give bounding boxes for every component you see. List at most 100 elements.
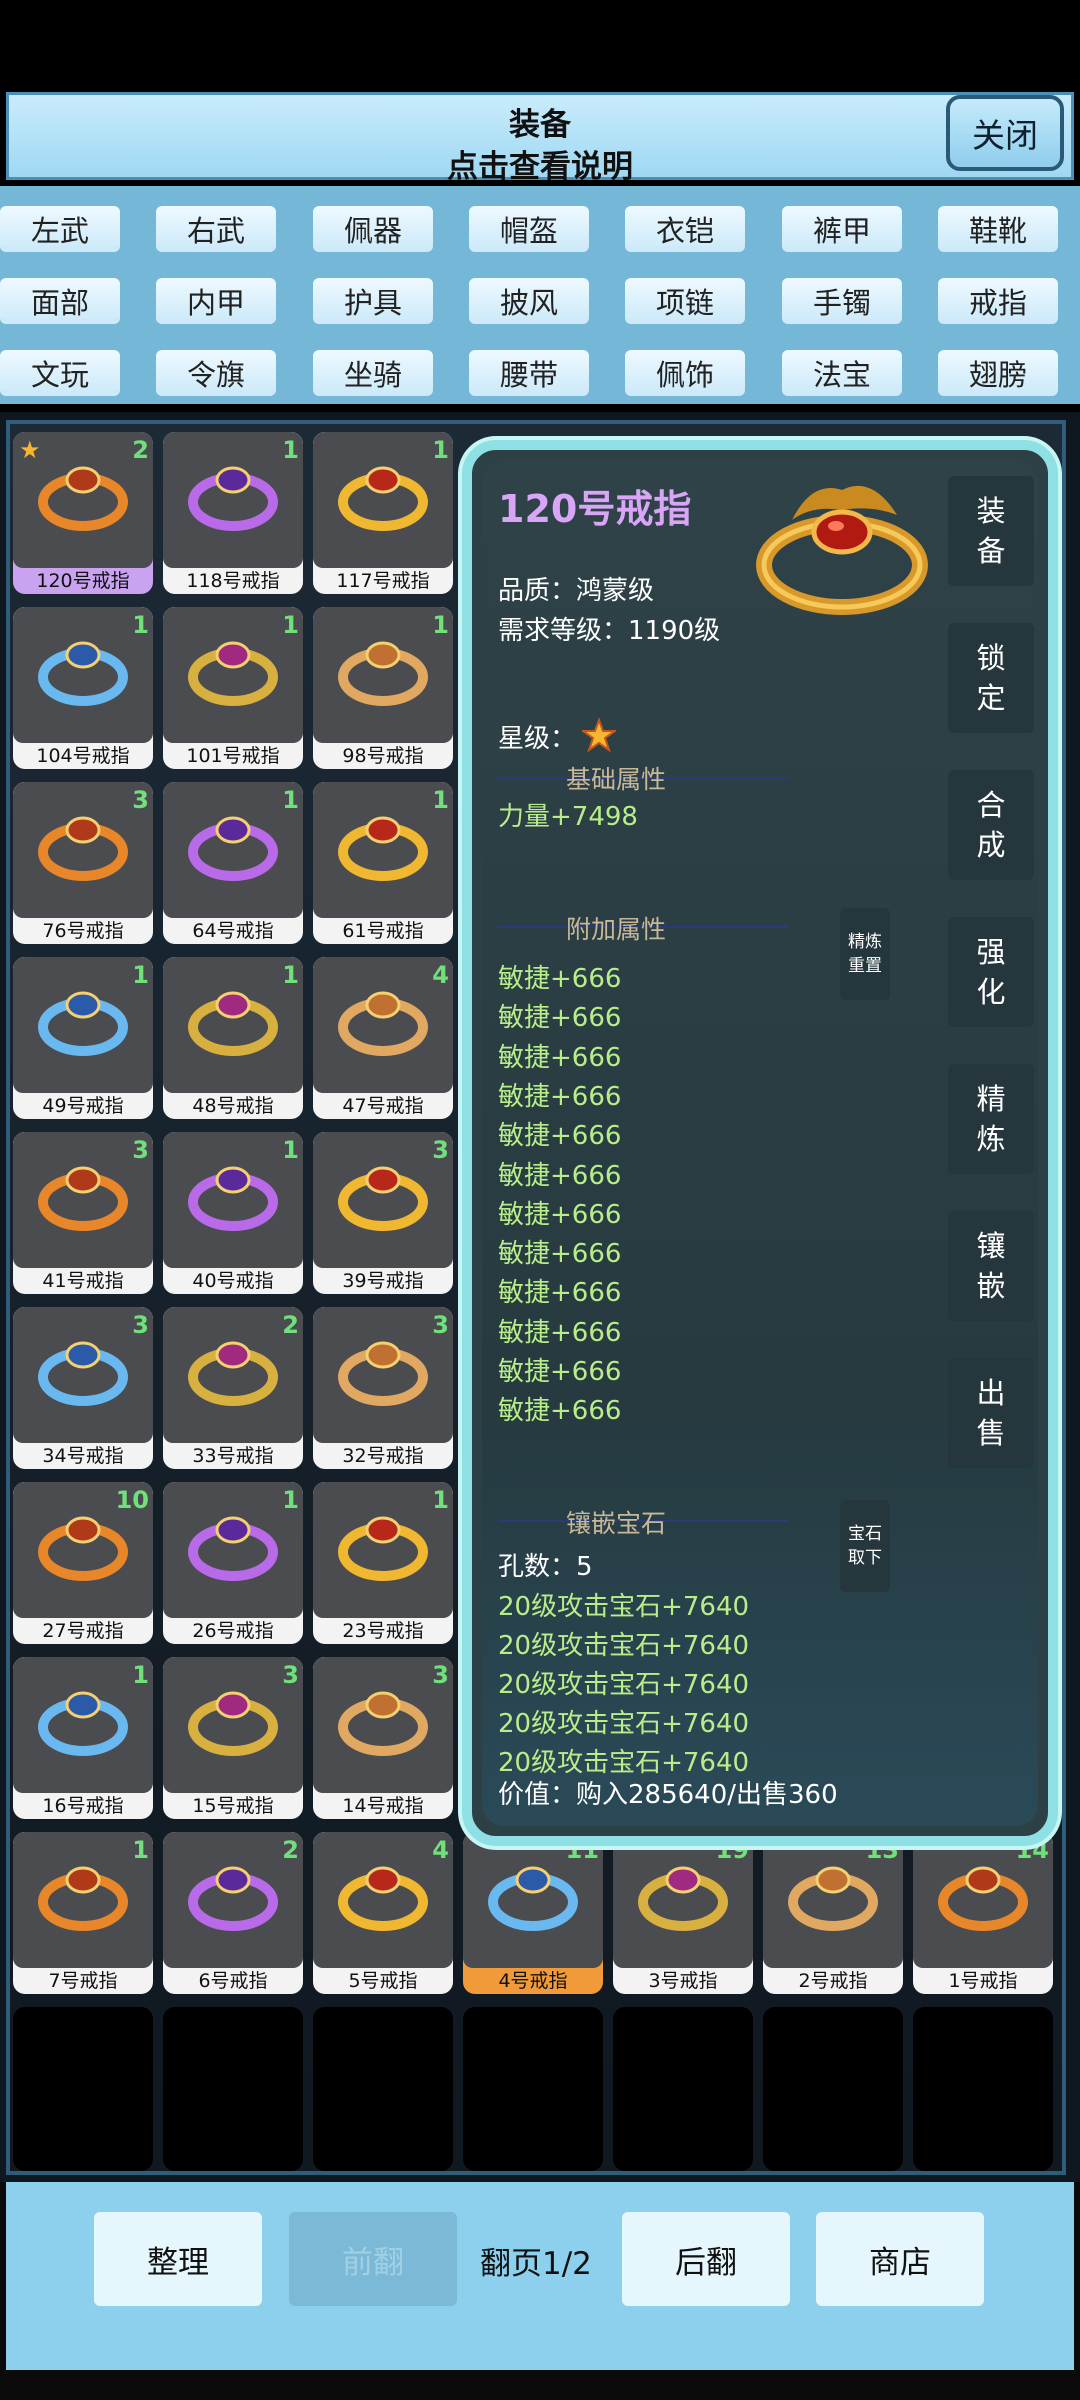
inventory-slot[interactable]: 1 23号戒指: [313, 1482, 453, 1644]
slot-count: 3: [132, 786, 149, 814]
remove-gem-button[interactable]: 宝石 取下: [840, 1500, 890, 1592]
inventory-slot[interactable]: 1 118号戒指: [163, 432, 303, 594]
extra-attribute: 敏捷+666: [498, 1199, 622, 1230]
gem-entry: 20级攻击宝石+7640: [498, 1709, 750, 1739]
inventory-slot[interactable]: 3 39号戒指: [313, 1132, 453, 1294]
page-subtitle[interactable]: 点击查看说明: [9, 141, 1071, 186]
slot-count: 1: [282, 611, 299, 639]
ring-icon: [38, 1866, 128, 1931]
shop-button[interactable]: 商店: [816, 2212, 984, 2306]
inventory-slot[interactable]: 1 7号戒指: [13, 1832, 153, 1994]
inventory-slot[interactable]: 2 6号戒指: [163, 1832, 303, 1994]
tab-1[interactable]: 左武: [0, 206, 120, 252]
inventory-slot[interactable]: 1 26号戒指: [163, 1482, 303, 1644]
previous-page-button[interactable]: 前翻: [289, 2212, 457, 2306]
tab-17[interactable]: 坐骑: [313, 350, 433, 396]
inventory-slot[interactable]: 1 64号戒指: [163, 782, 303, 944]
inventory-slot[interactable]: 19 3号戒指: [613, 1832, 753, 1994]
action-button-6[interactable]: 镶嵌: [948, 1211, 1034, 1321]
next-page-button[interactable]: 后翻: [622, 2212, 790, 2306]
action-button-2[interactable]: 锁定: [948, 623, 1034, 733]
refine-reset-button[interactable]: 精炼 重置: [840, 908, 890, 1000]
inventory-slot[interactable]: 3 15号戒指: [163, 1657, 303, 1819]
inventory-slot[interactable]: 4 47号戒指: [313, 957, 453, 1119]
inventory-slot[interactable]: 3 41号戒指: [13, 1132, 153, 1294]
inventory-slot[interactable]: 1 117号戒指: [313, 432, 453, 594]
tab-4[interactable]: 帽盔: [469, 206, 589, 252]
inventory-slot[interactable]: 1 98号戒指: [313, 607, 453, 769]
inventory-slot[interactable]: 1 101号戒指: [163, 607, 303, 769]
item-quality: 品质：鸿蒙级: [498, 576, 655, 606]
tab-14[interactable]: 戒指: [938, 278, 1058, 324]
empty-slot[interactable]: [913, 2007, 1053, 2171]
inventory-slot[interactable]: 1 48号戒指: [163, 957, 303, 1119]
item-star-label: 星级：: [498, 724, 577, 754]
tab-8[interactable]: 面部: [0, 278, 120, 324]
tab-5[interactable]: 衣铠: [625, 206, 745, 252]
empty-slot[interactable]: [763, 2007, 903, 2171]
tab-12[interactable]: 项链: [625, 278, 745, 324]
tab-20[interactable]: 法宝: [782, 350, 902, 396]
inventory-slot[interactable]: 3 76号戒指: [13, 782, 153, 944]
inventory-slot[interactable]: 14 1号戒指: [913, 1832, 1053, 1994]
tab-6[interactable]: 裤甲: [782, 206, 902, 252]
ring-icon: [38, 1516, 128, 1581]
inventory-slot[interactable]: 3 34号戒指: [13, 1307, 153, 1469]
slot-count: 1: [132, 1661, 149, 1689]
inventory-slot[interactable]: 3 32号戒指: [313, 1307, 453, 1469]
inventory-slot[interactable]: 1 16号戒指: [13, 1657, 153, 1819]
empty-slot[interactable]: [463, 2007, 603, 2171]
inventory-slot[interactable]: 1 49号戒指: [13, 957, 153, 1119]
empty-slot[interactable]: [163, 2007, 303, 2171]
page-indicator: 翻页1/2: [480, 2246, 592, 2282]
action-label: 化: [976, 975, 1006, 1009]
close-button[interactable]: 关闭: [946, 95, 1064, 171]
tab-13[interactable]: 手镯: [782, 278, 902, 324]
slot-label: 41号戒指: [42, 1270, 124, 1292]
tab-2[interactable]: 右武: [156, 206, 276, 252]
empty-slot[interactable]: [613, 2007, 753, 2171]
inventory-slot[interactable]: 10 27号戒指: [13, 1482, 153, 1644]
empty-slot[interactable]: [13, 2007, 153, 2171]
ring-icon: [638, 1866, 728, 1931]
gem-header: 镶嵌宝石: [566, 1509, 667, 1538]
slot-count: 4: [432, 1836, 449, 1864]
tab-16[interactable]: 令旗: [156, 350, 276, 396]
tab-11[interactable]: 披风: [469, 278, 589, 324]
action-button-4[interactable]: 强化: [948, 917, 1034, 1027]
remove-gem-label-1: 宝石: [848, 1524, 882, 1544]
ring-icon: [188, 816, 278, 881]
slot-count: 1: [282, 786, 299, 814]
tab-18[interactable]: 腰带: [469, 350, 589, 396]
inventory-slot[interactable]: 1 40号戒指: [163, 1132, 303, 1294]
sort-button[interactable]: 整理: [94, 2212, 262, 2306]
inventory-slot[interactable]: 4 5号戒指: [313, 1832, 453, 1994]
action-button-3[interactable]: 合成: [948, 770, 1034, 880]
inventory-slot[interactable]: 11 4号戒指: [463, 1832, 603, 1994]
tab-3[interactable]: 佩器: [313, 206, 433, 252]
ring-icon: [488, 1866, 578, 1931]
ring-icon: [188, 991, 278, 1056]
inventory-slot[interactable]: 2 ★ 120号戒指: [13, 432, 153, 594]
inventory-slot[interactable]: 2 33号戒指: [163, 1307, 303, 1469]
ring-icon: [188, 1166, 278, 1231]
inventory-slot[interactable]: 3 14号戒指: [313, 1657, 453, 1819]
tab-19[interactable]: 佩饰: [625, 350, 745, 396]
tab-15[interactable]: 文玩: [0, 350, 120, 396]
empty-slot[interactable]: [313, 2007, 453, 2171]
slot-count: 1: [432, 786, 449, 814]
inventory-slot[interactable]: 1 61号戒指: [313, 782, 453, 944]
action-button-5[interactable]: 精炼: [948, 1064, 1034, 1174]
tab-21[interactable]: 翅膀: [938, 350, 1058, 396]
star-icon: ★: [19, 436, 41, 464]
action-button-7[interactable]: 出售: [948, 1358, 1034, 1468]
tab-7[interactable]: 鞋靴: [938, 206, 1058, 252]
item-value: 价值：购入285640/出售360: [498, 1780, 838, 1810]
action-button-1[interactable]: 装备: [948, 476, 1034, 586]
inventory-slot[interactable]: 13 2号戒指: [763, 1832, 903, 1994]
tab-10[interactable]: 护具: [313, 278, 433, 324]
tab-9[interactable]: 内甲: [156, 278, 276, 324]
inventory-slot[interactable]: 1 104号戒指: [13, 607, 153, 769]
slot-count: 1: [282, 436, 299, 464]
slot-count: 3: [432, 1661, 449, 1689]
